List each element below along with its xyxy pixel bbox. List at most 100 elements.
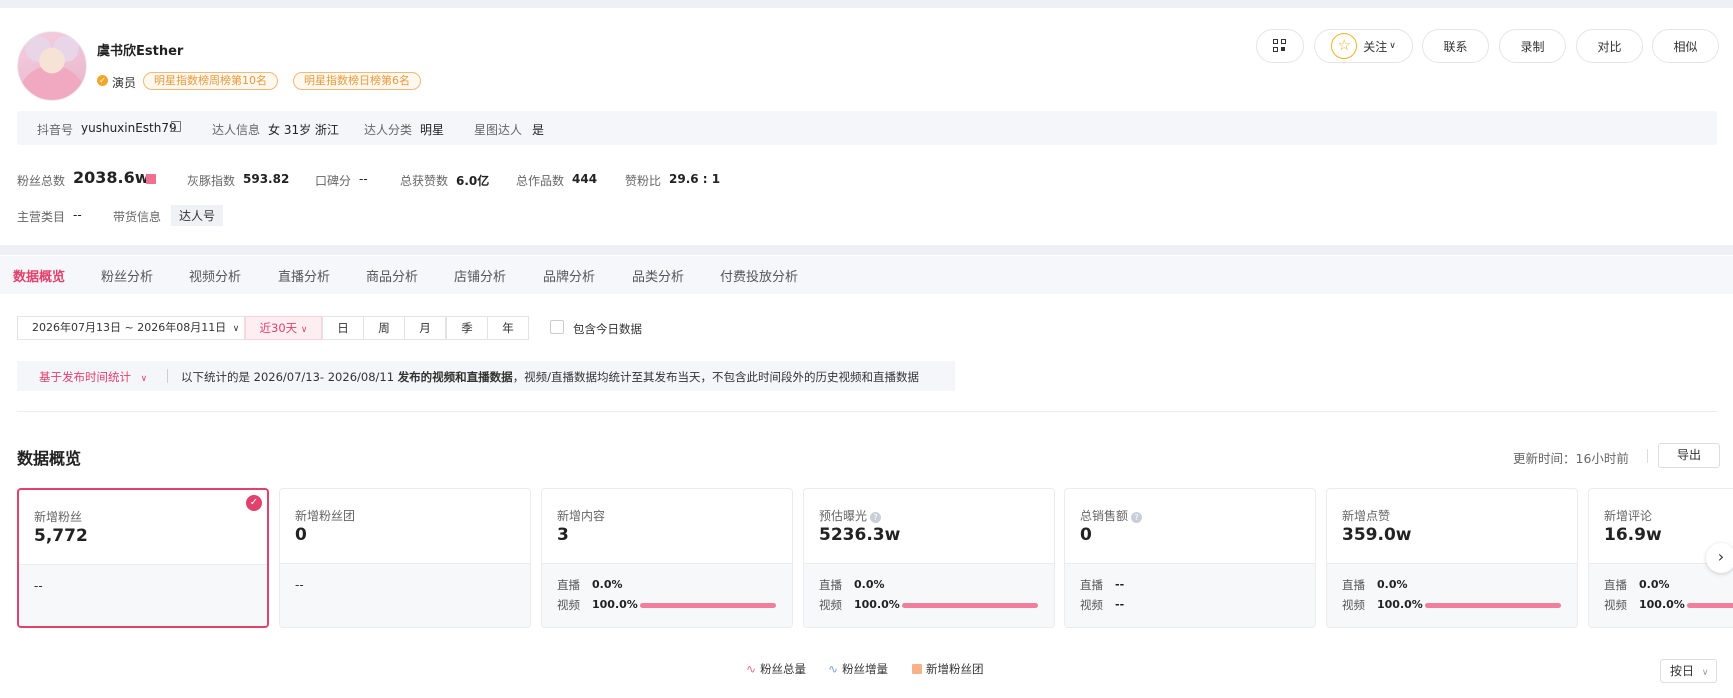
copy-icon[interactable] (171, 121, 181, 132)
xingtu-label: 星图达人 (474, 123, 523, 137)
tab-category-analysis[interactable]: 品类分析 (632, 266, 684, 285)
follow-button[interactable]: ☆ 关注 ∨ (1314, 29, 1413, 63)
metric-card-new-likes[interactable]: 新增点赞 359.0w 直播 0.0% 视频 100.0% (1326, 488, 1578, 628)
avatar[interactable] (17, 31, 87, 101)
metric-detail: 直播 0.0% 视频 100.0% (1327, 563, 1577, 627)
rank-tag-daily[interactable]: 明星指数榜日榜第6名 (293, 72, 421, 90)
tab-brand-analysis[interactable]: 品牌分析 (543, 266, 595, 285)
stat-note-text: 以下统计的是 2026/07/13- 2026/08/11 发布的视频和直播数据… (181, 369, 919, 385)
similar-button[interactable]: 相似 (1652, 29, 1719, 63)
tab-fans-analysis[interactable]: 粉丝分析 (101, 266, 153, 285)
metric-detail: 直播 0.0% 视频 100.0% (542, 563, 792, 627)
main-category-value: -- (73, 208, 82, 222)
fans-total-label: 粉丝总数 (17, 174, 66, 188)
update-time: 更新时间：16小时前 (1513, 451, 1629, 466)
fans-total-value: 2038.6w (73, 168, 150, 187)
chevron-right-icon[interactable]: › (1706, 543, 1733, 573)
video-share: 100.0% (1377, 598, 1423, 611)
video-share-bar (1425, 603, 1561, 608)
help-icon[interactable]: ? (870, 512, 882, 523)
metric-card-new-content[interactable]: 新增内容 3 直播 0.0% 视频 100.0% (541, 488, 793, 628)
metric-value: 0 (295, 525, 307, 545)
metric-value: 5236.3w (819, 525, 901, 545)
metric-detail: -- (280, 563, 530, 627)
metric-value: 0 (1080, 525, 1092, 545)
metric-label-text: 总销售额 (1080, 509, 1129, 523)
tab-product-analysis[interactable]: 商品分析 (366, 266, 418, 285)
video-label: 视频 (819, 598, 842, 612)
tab-paid-ads-analysis[interactable]: 付费投放分析 (720, 266, 798, 285)
total-works-label: 总作品数 (516, 174, 565, 188)
qr-code-button[interactable] (1256, 29, 1304, 63)
stat-basis-dropdown[interactable]: 基于发布时间统计 ∨ (39, 369, 147, 385)
include-today-label[interactable]: 包含今日数据 (573, 321, 642, 337)
role-label: 演员 (112, 76, 137, 90)
chevron-down-icon: ∨ (1701, 668, 1709, 678)
star-icon: ☆ (1331, 33, 1358, 59)
talent-info-label: 达人信息 (212, 123, 261, 137)
talent-category-value: 明星 (420, 123, 445, 137)
video-share-fill (1687, 603, 1733, 608)
record-button[interactable]: 录制 (1499, 29, 1566, 63)
fans-chart-icon[interactable] (146, 174, 156, 184)
xingtu-value: 是 (532, 123, 545, 137)
note-suffix: ，视频/直播数据均统计至其发布当天，不包含此时间段外的历史视频和直播数据 (512, 370, 920, 384)
verified-icon: ✓ (97, 75, 108, 86)
stat-basis-label: 基于发布时间统计 (39, 370, 131, 384)
goods-info-value: 达人号 (171, 205, 224, 226)
video-label: 视频 (557, 598, 580, 612)
legend-fans-total[interactable]: ∿ 粉丝总量 (746, 661, 806, 677)
granularity-select[interactable]: 按日 ∨ (1660, 659, 1717, 683)
tab-store-analysis[interactable]: 店铺分析 (454, 266, 506, 285)
live-share: -- (1115, 578, 1125, 591)
segment-year[interactable]: 年 (487, 316, 529, 340)
video-share-fill (902, 603, 1038, 608)
date-range-value: 2026年07月13日 ~ 2026年08月11日 (32, 321, 227, 334)
grey-index-label: 灰豚指数 (187, 174, 236, 188)
video-share: -- (1115, 598, 1125, 611)
like-fan-ratio-value: 29.6 : 1 (669, 172, 721, 186)
metric-label: 新增点赞 (1342, 509, 1391, 523)
metric-card-new-fan-club[interactable]: 新增粉丝团 0 -- (279, 488, 531, 628)
total-likes-label: 总获赞数 (400, 174, 449, 188)
tab-live-analysis[interactable]: 直播分析 (278, 266, 330, 285)
grey-index-value: 593.82 (243, 172, 290, 186)
metric-label: 新增粉丝团 (295, 509, 356, 523)
rank-tag-weekly[interactable]: 明星指数榜周榜第10名 (143, 72, 278, 90)
video-share-bar (1687, 603, 1733, 608)
square-icon (912, 664, 922, 674)
metric-card-est-exposure[interactable]: 预估曝光? 5236.3w 直播 0.0% 视频 100.0% (803, 488, 1055, 628)
legend-fans-increase[interactable]: ∿ 粉丝增量 (828, 661, 888, 677)
segment-week[interactable]: 周 (363, 316, 405, 340)
compare-button[interactable]: 对比 (1576, 29, 1643, 63)
video-label: 视频 (1342, 598, 1365, 612)
tab-data-overview[interactable]: 数据概览 (13, 266, 65, 285)
metric-card-total-sales[interactable]: 总销售额? 0 直播 -- 视频 -- (1064, 488, 1316, 628)
tab-video-analysis[interactable]: 视频分析 (189, 266, 241, 285)
update-divider (1647, 449, 1648, 463)
main-category-label: 主营类目 (17, 210, 66, 224)
export-button[interactable]: 导出 (1658, 443, 1720, 468)
metric-value: 16.9w (1604, 525, 1662, 545)
date-range-picker[interactable]: 2026年07月13日 ~ 2026年08月11日 ∨ (17, 316, 245, 340)
douyin-id-label: 抖音号 (37, 123, 74, 137)
segment-day[interactable]: 日 (322, 316, 364, 340)
granularity-value: 按日 (1670, 664, 1695, 678)
legend-label: 粉丝增量 (842, 662, 889, 676)
metric-card-new-fans[interactable]: ✓ 新增粉丝 5,772 -- (17, 488, 269, 628)
video-share-fill (1425, 603, 1561, 608)
reputation-label: 口碑分 (315, 174, 352, 188)
segment-month[interactable]: 月 (404, 316, 446, 340)
segment-quarter[interactable]: 季 (446, 316, 488, 340)
include-today-checkbox[interactable] (550, 320, 564, 334)
metric-label: 新增内容 (557, 509, 606, 523)
live-label: 直播 (1080, 578, 1103, 592)
metric-dash: -- (34, 579, 43, 593)
contact-button[interactable]: 联系 (1422, 29, 1489, 63)
segment-last-30-days[interactable]: 近30天 ∨ (245, 316, 322, 340)
legend-new-fan-club[interactable]: 新增粉丝团 (912, 661, 984, 677)
video-share-fill (640, 603, 776, 608)
goods-info-label: 带货信息 (113, 210, 162, 224)
help-icon[interactable]: ? (1131, 512, 1143, 523)
video-share: 100.0% (1639, 598, 1685, 611)
